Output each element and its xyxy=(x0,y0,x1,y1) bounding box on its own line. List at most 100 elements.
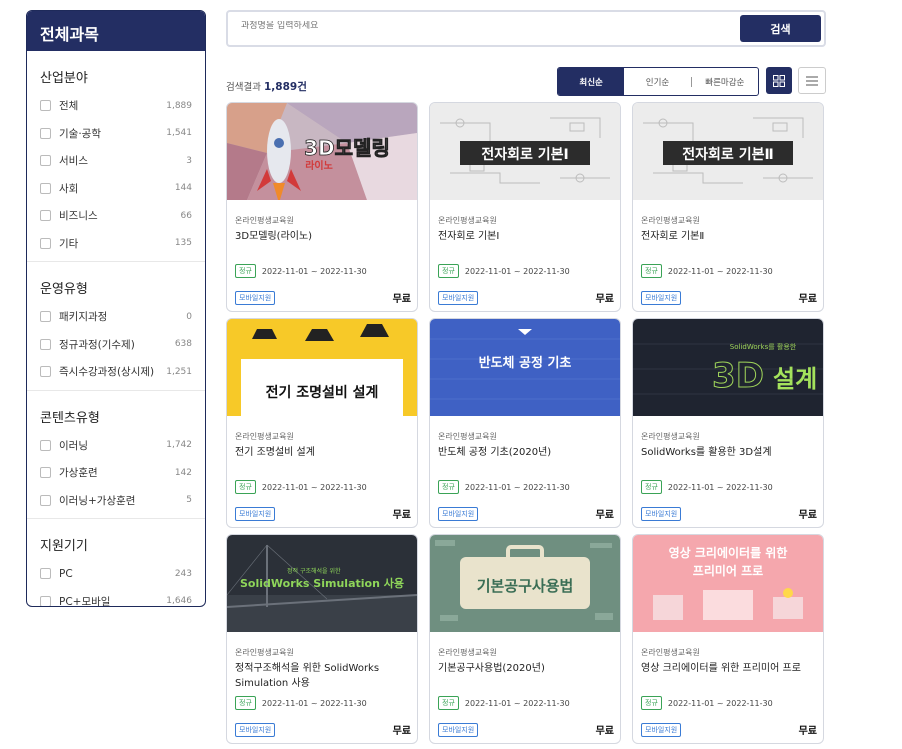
filter-checkbox[interactable] xyxy=(40,439,51,451)
filter-checkbox[interactable] xyxy=(40,494,51,506)
course-org: 온라인평생교육원 xyxy=(235,648,294,657)
filter-option[interactable]: 기술·공학 1,541 xyxy=(40,120,192,148)
course-thumbnail[interactable]: 정적 구조해석을 위한 SolidWorks Simulation 사용 xyxy=(227,535,417,632)
result-count: 검색결과 1,889건 xyxy=(226,79,307,94)
thumb-title: 기본공구사용법 xyxy=(477,577,574,595)
filter-option[interactable]: 즉시수강과정(상시제) 1,251 xyxy=(40,358,192,386)
search-button[interactable]: 검색 xyxy=(740,15,821,42)
filter-checkbox[interactable] xyxy=(40,237,51,249)
filter-checkbox[interactable] xyxy=(40,155,51,167)
filter-label: 사회 xyxy=(59,182,79,195)
filter-label: 기술·공학 xyxy=(59,127,101,140)
course-card[interactable]: SolidWorks를 활용한 3D 설계 온라인평생교육원 SolidWorks… xyxy=(632,318,824,528)
course-card[interactable]: 전기 조명설비 설계 온라인평생교육원 전기 조명설비 설계 정규 2022-11-0… xyxy=(226,318,418,528)
course-thumbnail[interactable]: 전기 조명설비 설계 xyxy=(227,319,417,416)
filter-group-title: 콘텐츠유형 xyxy=(40,410,100,426)
mobile-support-badge: 모바일지원 xyxy=(641,506,682,521)
course-card[interactable]: 기본공구사용법 온라인평생교육원 기본공구사용법(2020년) 정규 2022-11-… xyxy=(429,534,621,744)
course-period: 정규 2022-11-01 ~ 2022-11-30 xyxy=(641,480,773,494)
filter-option[interactable]: 사회 144 xyxy=(40,175,192,203)
course-period: 정규 2022-11-01 ~ 2022-11-30 xyxy=(438,696,570,710)
course-type-badge: 정규 xyxy=(235,480,256,494)
filter-label: 패키지과정 xyxy=(59,311,108,324)
course-type-badge: 정규 xyxy=(641,696,662,710)
course-price: 무료 xyxy=(595,510,614,521)
filter-checkbox[interactable] xyxy=(40,366,51,378)
course-org: 온라인평생교육원 xyxy=(438,432,497,441)
search-input[interactable] xyxy=(241,21,721,31)
course-card[interactable]: 정적 구조해석을 위한 SolidWorks Simulation 사용 온라인… xyxy=(226,534,418,744)
course-thumbnail[interactable]: 전자회로 기본Ⅰ xyxy=(430,103,620,200)
course-card[interactable]: 반도체 공정 기초 온라인평생교육원반도체 공정 기초(2020년) 정규 2022… xyxy=(429,318,621,528)
course-title[interactable]: 전자회로 기본Ⅰ xyxy=(438,229,614,244)
filter-label: 가상훈련 xyxy=(59,467,98,480)
course-type-badge: 정규 xyxy=(438,480,459,494)
course-title[interactable]: 정적구조해석을 위한 SolidWorks Simulation 사용 xyxy=(235,661,411,691)
filter-option[interactable]: 이러닝 1,742 xyxy=(40,432,192,460)
filter-checkbox[interactable] xyxy=(40,127,51,139)
course-thumbnail[interactable]: SolidWorks를 활용한 3D 설계 xyxy=(633,319,823,416)
mobile-support-badge: 모바일지원 xyxy=(641,290,682,305)
filter-count: 243 xyxy=(174,568,192,579)
filter-option[interactable]: PC 243 xyxy=(40,560,192,588)
filter-checkbox[interactable] xyxy=(40,467,51,479)
sort-deadline[interactable]: 빠른마감순 xyxy=(692,68,758,95)
thumb-subtitle: SolidWorks를 활용한 xyxy=(730,342,797,351)
filter-checkbox[interactable] xyxy=(40,595,51,606)
filter-option[interactable]: 이러닝+가상훈련 5 xyxy=(40,487,192,515)
course-card[interactable]: 전자회로 기본Ⅱ 온라인평생교육원 전자회로 기본Ⅱ 정규 2022-11-01 ~ … xyxy=(632,102,824,312)
filter-label: PC+모바일 xyxy=(59,595,111,607)
course-org: 온라인평생교육원 xyxy=(235,216,294,225)
course-type-badge: 정규 xyxy=(235,264,256,278)
course-dates: 2022-11-01 ~ 2022-11-30 xyxy=(667,698,773,708)
filter-checkbox[interactable] xyxy=(40,568,51,580)
course-title[interactable]: 반도체 공정 기초(2020년) xyxy=(438,445,614,460)
filter-checkbox[interactable] xyxy=(40,338,51,350)
sort-popular[interactable]: 인기순 xyxy=(624,68,690,95)
filter-option[interactable]: 정규과정(기수제) 638 xyxy=(40,331,192,359)
course-card[interactable]: 3D모델링 라이노 온라인평생교육원 3D모델링(라이노) 정규 2022-11-01 … xyxy=(226,102,418,312)
list-view-button[interactable] xyxy=(798,67,826,94)
thumb-title: SolidWorks Simulation 사용 xyxy=(240,576,404,590)
course-price: 무료 xyxy=(392,294,411,305)
filter-option[interactable]: 패키지과정 0 xyxy=(40,303,192,331)
course-title[interactable]: 전기 조명설비 설계 xyxy=(235,445,411,460)
sort-latest[interactable]: 최신순 xyxy=(558,68,625,95)
filter-label: 즉시수강과정(상시제) xyxy=(59,366,155,379)
filter-option[interactable]: 가상훈련 142 xyxy=(40,459,192,487)
course-thumbnail[interactable]: 3D모델링 라이노 xyxy=(227,103,417,200)
course-card[interactable]: 전자회로 기본Ⅰ 온라인평생교육원 전자회로 기본Ⅰ 정규 2022-11-01 ~ … xyxy=(429,102,621,312)
course-title[interactable]: 영상 크리에이터를 위한 프리미어 프로 xyxy=(641,661,817,676)
filter-option[interactable]: PC+모바일 1,646 xyxy=(40,588,192,607)
filter-option[interactable]: 기타 135 xyxy=(40,230,192,258)
filter-option[interactable]: 비즈니스 66 xyxy=(40,202,192,230)
filter-checkbox[interactable] xyxy=(40,182,51,194)
list-icon xyxy=(806,76,818,85)
course-dates: 2022-11-01 ~ 2022-11-30 xyxy=(667,266,773,276)
course-title[interactable]: 기본공구사용법(2020년) xyxy=(438,661,614,676)
course-title[interactable]: SolidWorks를 활용한 3D설계 xyxy=(641,445,817,460)
course-card[interactable]: 영상 크리에이터를 위한 프리미어 프로 온라인평생교육원 영상 크리에이터를 위… xyxy=(632,534,824,744)
filter-checkbox[interactable] xyxy=(40,311,51,323)
course-period: 정규 2022-11-01 ~ 2022-11-30 xyxy=(641,264,773,278)
course-period: 정규 2022-11-01 ~ 2022-11-30 xyxy=(235,696,367,710)
filter-label: 전체 xyxy=(59,100,79,113)
course-period: 정규 2022-11-01 ~ 2022-11-30 xyxy=(438,480,570,494)
course-thumbnail[interactable]: 기본공구사용법 xyxy=(430,535,620,632)
course-price: 무료 xyxy=(595,726,614,737)
course-thumbnail[interactable]: 전자회로 기본Ⅱ xyxy=(633,103,823,200)
filter-option[interactable]: 전체 1,889 xyxy=(40,92,192,120)
filter-count: 66 xyxy=(180,210,192,221)
course-thumbnail[interactable]: 영상 크리에이터를 위한 프리미어 프로 xyxy=(633,535,823,632)
course-title[interactable]: 3D모델링(라이노) xyxy=(235,229,411,244)
course-title[interactable]: 전자회로 기본Ⅱ xyxy=(641,229,817,244)
filter-option[interactable]: 서비스 3 xyxy=(40,147,192,175)
filter-count: 5 xyxy=(186,495,192,506)
filter-divider xyxy=(27,518,205,519)
course-period: 정규 2022-11-01 ~ 2022-11-30 xyxy=(235,264,367,278)
filter-checkbox[interactable] xyxy=(40,210,51,222)
course-thumbnail[interactable]: 반도체 공정 기초 xyxy=(430,319,620,416)
filter-checkbox[interactable] xyxy=(40,100,51,112)
grid-view-button[interactable] xyxy=(766,67,792,94)
course-period: 정규 2022-11-01 ~ 2022-11-30 xyxy=(235,480,367,494)
